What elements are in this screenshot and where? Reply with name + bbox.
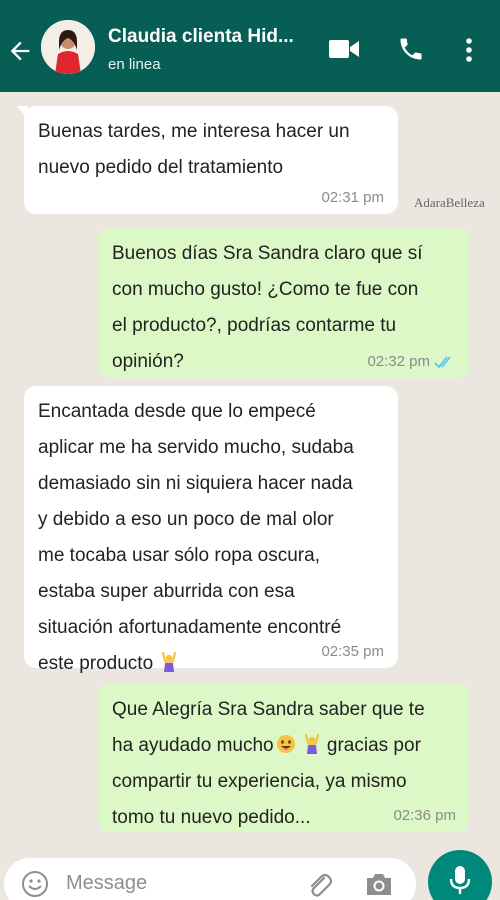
more-options-icon[interactable]	[461, 36, 477, 64]
watermark-brand: AdaraBelleza	[414, 195, 485, 210]
emoji-picker-icon[interactable]	[20, 869, 50, 899]
grinning-face-tongue-icon	[276, 735, 295, 753]
message-input[interactable]	[66, 868, 286, 898]
message-time: 02:31 pm	[321, 189, 384, 206]
message-box[interactable]	[4, 858, 416, 900]
person-raising-hands-icon	[162, 652, 177, 672]
watermark-logo: AdaraBelleza	[414, 196, 490, 218]
message-time: 02:32 pm	[367, 353, 430, 370]
mic-button[interactable]	[428, 850, 492, 900]
message-outgoing[interactable]: Buenos días Sra Sandra claro que sí con …	[98, 228, 470, 378]
message-text: Encantada desde que lo empecé aplicar me…	[38, 394, 384, 682]
message-meta: 02:31 pm	[321, 188, 384, 208]
avatar[interactable]	[41, 20, 95, 74]
back-arrow-icon[interactable]	[6, 37, 34, 65]
message-time: 02:35 pm	[321, 643, 384, 660]
contact-name[interactable]: Claudia clienta Hid...	[108, 26, 318, 48]
message-line: compartir tu experiencia, ya mismo tomo …	[112, 771, 407, 828]
bubble-tail	[16, 106, 28, 118]
message-text: Buenas tardes, me interesa hacer un nuev…	[38, 121, 350, 178]
phone-call-icon[interactable]	[397, 35, 425, 63]
message-incoming[interactable]: Buenas tardes, me interesa hacer un nuev…	[16, 106, 398, 214]
person-raising-hands-icon	[304, 734, 319, 754]
message-line: ha ayudado mucho	[112, 735, 274, 756]
message-outgoing[interactable]: Que Alegría Sra Sandra saber que te ha a…	[98, 684, 470, 832]
message-incoming[interactable]: Encantada desde que lo empecé aplicar me…	[24, 386, 398, 674]
message-body: Encantada desde que lo empecé aplicar me…	[38, 401, 354, 674]
camera-icon[interactable]	[364, 871, 394, 897]
message-meta: 02:35 pm	[321, 642, 384, 662]
video-call-icon[interactable]	[328, 37, 360, 61]
message-line: gracias por	[326, 735, 421, 756]
chat-header: Claudia clienta Hid... en linea	[0, 6, 500, 92]
input-bar	[0, 850, 500, 900]
paperclip-icon[interactable]	[304, 870, 334, 900]
message-meta: 02:36 pm	[393, 806, 456, 826]
message-time: 02:36 pm	[393, 807, 456, 824]
chat-area[interactable]: AdaraBelleza Buenas tardes, me interesa …	[0, 92, 500, 850]
message-meta: 02:32 pm	[367, 352, 456, 372]
read-ticks-icon	[434, 356, 451, 369]
contact-status: en linea	[108, 56, 161, 73]
message-line: Que Alegría Sra Sandra saber que te	[112, 699, 425, 720]
microphone-icon	[449, 866, 471, 894]
